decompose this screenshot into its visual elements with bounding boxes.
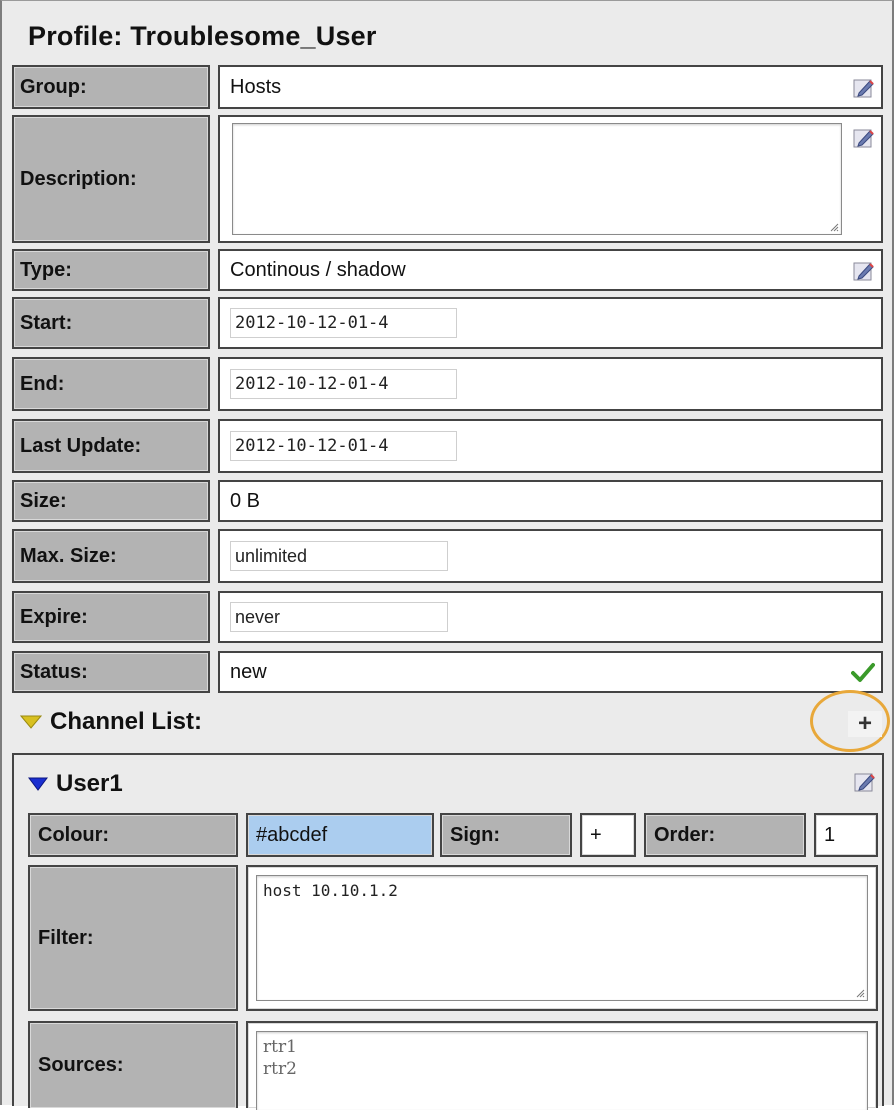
sources-label: Sources: (28, 1021, 238, 1108)
group-value: Hosts (230, 75, 282, 98)
description-field (218, 115, 883, 243)
start-label: Start: (12, 297, 210, 349)
order-label: Order: (644, 813, 806, 857)
size-label: Size: (12, 480, 210, 522)
triangle-down-icon[interactable] (19, 708, 43, 736)
type-field: Continous / shadow (218, 249, 883, 291)
colour-label: Colour: (28, 813, 238, 857)
filter-text: host 10.10.1.2 (263, 881, 398, 900)
max-size-field: unlimited (218, 529, 883, 583)
order-input[interactable]: 1 (814, 813, 878, 857)
edit-pencil-icon[interactable] (853, 77, 875, 99)
source-item[interactable]: rtr1 (263, 1036, 297, 1058)
expire-field: never (218, 591, 883, 643)
edit-pencil-icon[interactable] (853, 127, 875, 149)
resize-grip-icon[interactable] (855, 988, 865, 998)
type-label: Type: (12, 249, 210, 291)
size-field: 0 B (218, 480, 883, 522)
start-input[interactable]: 2012-10-12-01-4 (230, 308, 457, 338)
sign-label: Sign: (440, 813, 572, 857)
colour-input[interactable]: #abcdef (246, 813, 434, 857)
sign-input[interactable]: + (580, 813, 636, 857)
expire-label: Expire: (12, 591, 210, 643)
last-update-field: 2012-10-12-01-4 (218, 419, 883, 473)
size-value: 0 B (230, 489, 261, 512)
channel-card: User1 Colour: #abcdef Sign: + Order: 1 F… (12, 753, 884, 1110)
channel-header[interactable]: User1 (28, 769, 123, 799)
description-label: Description: (12, 115, 210, 243)
channel-list-title: Channel List: (50, 708, 203, 735)
profile-panel: Profile: Troublesome_User Group: Hosts D… (0, 0, 894, 1110)
checkmark-icon (851, 662, 875, 684)
source-item[interactable]: rtr2 (263, 1058, 297, 1080)
filter-field: host 10.10.1.2 (246, 865, 878, 1011)
type-value: Continous / shadow (230, 258, 406, 281)
channel-list-header[interactable]: Channel List: (19, 705, 203, 739)
sources-list[interactable]: rtr1 rtr2 (256, 1031, 868, 1110)
page-title: Profile: Troublesome_User (28, 21, 377, 51)
status-value: new (230, 660, 267, 683)
group-field: Hosts (218, 65, 883, 109)
resize-grip-icon[interactable] (829, 222, 839, 232)
status-label: Status: (12, 651, 210, 693)
end-field: 2012-10-12-01-4 (218, 357, 883, 411)
add-channel-button[interactable]: + (848, 710, 882, 737)
last-update-input[interactable]: 2012-10-12-01-4 (230, 431, 457, 461)
edit-pencil-icon[interactable] (854, 771, 876, 793)
triangle-down-icon[interactable] (28, 770, 48, 798)
edit-pencil-icon[interactable] (853, 260, 875, 282)
start-field: 2012-10-12-01-4 (218, 297, 883, 349)
filter-label: Filter: (28, 865, 238, 1011)
max-size-label: Max. Size: (12, 529, 210, 583)
max-size-input[interactable]: unlimited (230, 541, 448, 571)
last-update-label: Last Update: (12, 419, 210, 473)
channel-name: User1 (56, 770, 123, 797)
sources-field: rtr1 rtr2 (246, 1021, 878, 1110)
description-textarea[interactable] (232, 123, 842, 235)
end-input[interactable]: 2012-10-12-01-4 (230, 369, 457, 399)
filter-textarea[interactable]: host 10.10.1.2 (256, 875, 868, 1001)
group-label: Group: (12, 65, 210, 109)
expire-input[interactable]: never (230, 602, 448, 632)
status-field: new (218, 651, 883, 693)
end-label: End: (12, 357, 210, 411)
